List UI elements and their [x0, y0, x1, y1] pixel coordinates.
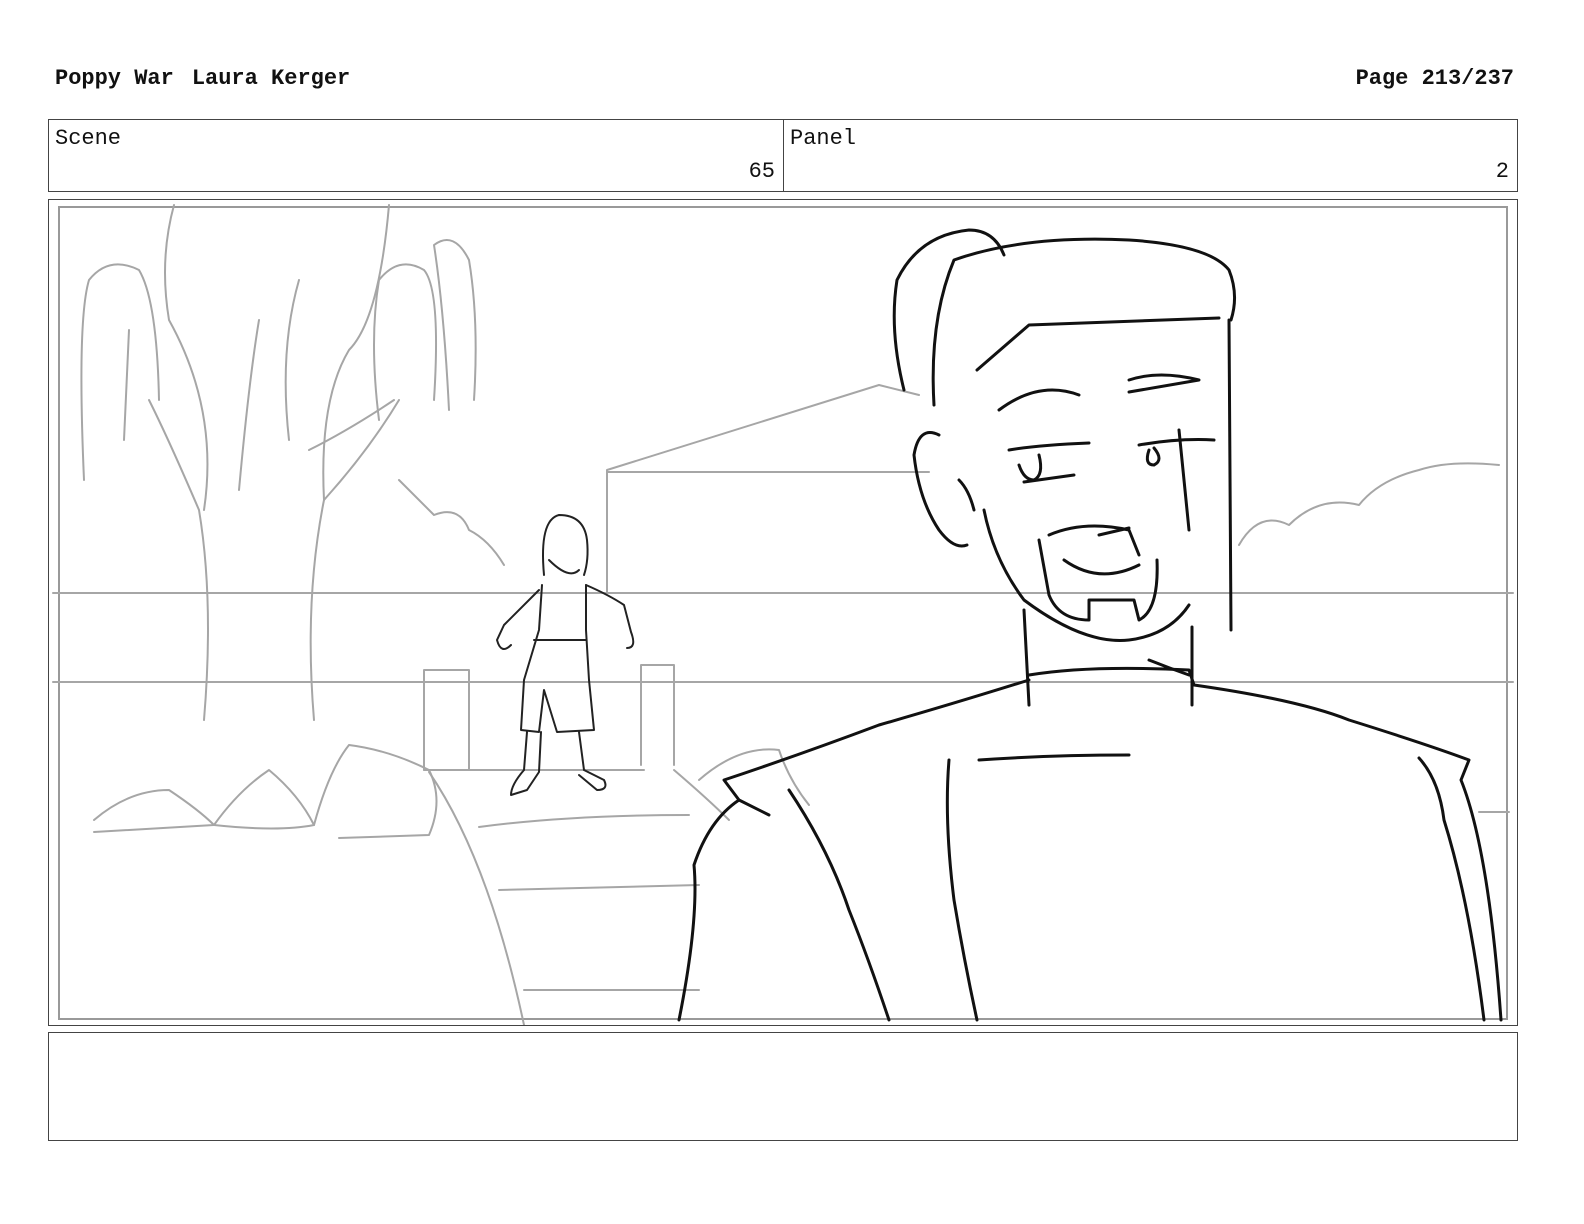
house-roof	[606, 384, 920, 594]
page-number: Page 213/237	[1355, 66, 1514, 91]
man-topknot	[892, 228, 1006, 392]
panel-label: Panel	[790, 126, 857, 151]
safe-area-frame	[58, 206, 1508, 1020]
man-shoulder	[722, 678, 1031, 817]
tree-trunk	[148, 399, 209, 721]
header-left: Poppy War Laura Kerger	[55, 66, 350, 91]
scene-label: Scene	[55, 126, 122, 151]
storyboard-frame	[48, 199, 1518, 1026]
background-sketch	[52, 204, 1514, 1025]
panel-cell: Panel 2	[784, 120, 1517, 191]
man-figure	[677, 228, 1503, 1022]
girl-figure	[496, 514, 635, 796]
panel-number: 2	[1495, 159, 1509, 184]
scene-panel-table: Scene 65 Panel 2	[48, 119, 1518, 192]
scene-cell: Scene 65	[49, 120, 784, 191]
story-title: Poppy War	[55, 66, 174, 91]
man-eye-left	[1007, 441, 1091, 452]
man-brow-left	[997, 388, 1081, 412]
author-name: Laura Kerger	[191, 66, 351, 91]
scene-number: 65	[748, 159, 775, 184]
notes-box	[48, 1032, 1518, 1141]
storyboard-sketch	[52, 204, 1514, 1025]
